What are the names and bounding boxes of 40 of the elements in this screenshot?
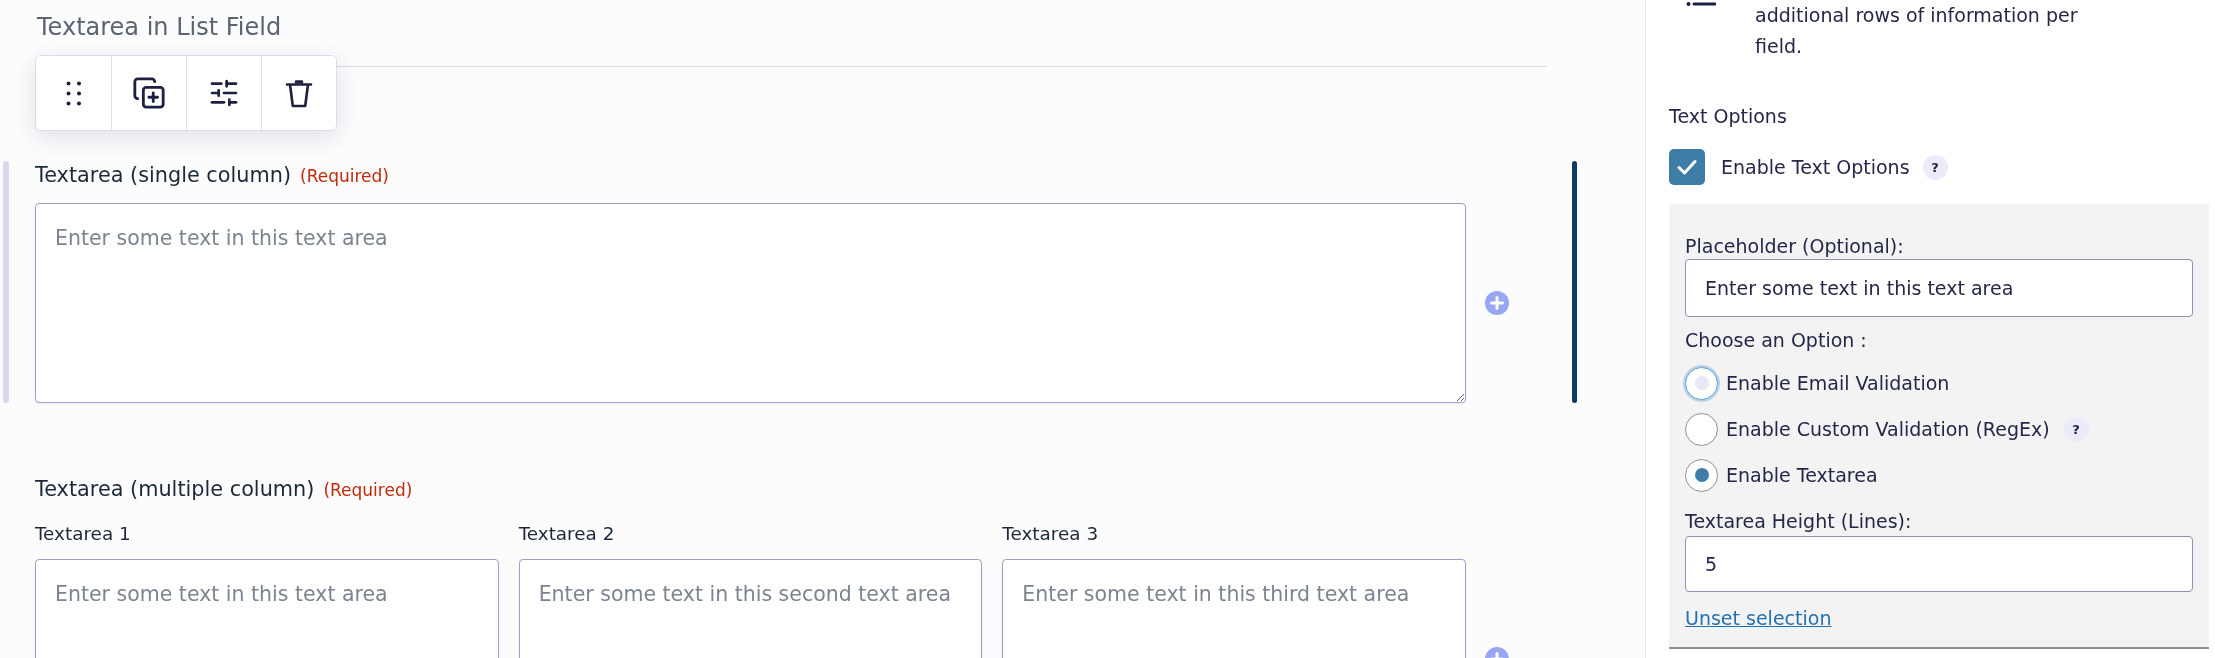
required-label: (Required) — [323, 478, 413, 502]
duplicate-button[interactable] — [111, 56, 186, 130]
textarea-field[interactable]: Enter some text in this third text area — [1002, 559, 1466, 658]
radio-label: Enable Custom Validation (RegEx) — [1726, 417, 2050, 442]
field-label: Textarea Height (Lines): — [1685, 508, 1912, 534]
radio-button[interactable] — [1685, 458, 1718, 492]
required-label: (Required) — [300, 165, 389, 188]
add-circle-icon[interactable] — [1485, 291, 1509, 315]
help-icon[interactable]: ? — [1922, 154, 1948, 180]
drag-handle-icon — [66, 80, 82, 106]
settings-button[interactable] — [186, 56, 261, 130]
column-label: Textarea 2 — [518, 522, 615, 546]
checkbox-label: Enable Text Options — [1721, 155, 1910, 180]
field-label: Textarea (single column) — [35, 162, 291, 188]
description-text: additional rows of information per field. — [1755, 3, 2079, 59]
textarea-field[interactable]: Enter some text in this text area — [35, 203, 1466, 403]
delete-button[interactable] — [261, 56, 336, 130]
field-label: Textarea (multiple column) — [35, 475, 315, 502]
check-icon — [1677, 159, 1697, 175]
trash-icon — [285, 77, 313, 109]
radio-label: Enable Email Validation — [1726, 371, 1950, 396]
checkbox[interactable] — [1669, 149, 1705, 185]
help-icon[interactable]: ? — [2063, 416, 2089, 442]
radio-label: Enable Textarea — [1726, 463, 1878, 488]
field-label: Choose an Option : — [1685, 328, 1867, 353]
column-label: Textarea 3 — [1002, 522, 1099, 546]
section-title: Text Options — [1669, 104, 1787, 129]
number-input[interactable]: 5 — [1685, 535, 2193, 592]
textarea-field[interactable]: Enter some text in this second text area — [518, 559, 983, 658]
list-icon — [1686, 1, 1716, 7]
text-input[interactable]: Enter some text in this text area — [1685, 259, 2193, 317]
sliders-icon — [208, 77, 240, 109]
drag-handle-button[interactable] — [36, 56, 111, 130]
copy-plus-icon — [132, 76, 166, 110]
radio-button[interactable] — [1685, 412, 1718, 446]
textarea-field[interactable]: Enter some text in this text area — [35, 559, 499, 658]
form-title: Textarea in List Field — [37, 12, 282, 42]
field-label: Placeholder (Optional): — [1685, 234, 1904, 259]
column-label: Textarea 1 — [35, 522, 131, 546]
unset-selection-link[interactable]: Unset selection — [1685, 604, 1832, 631]
